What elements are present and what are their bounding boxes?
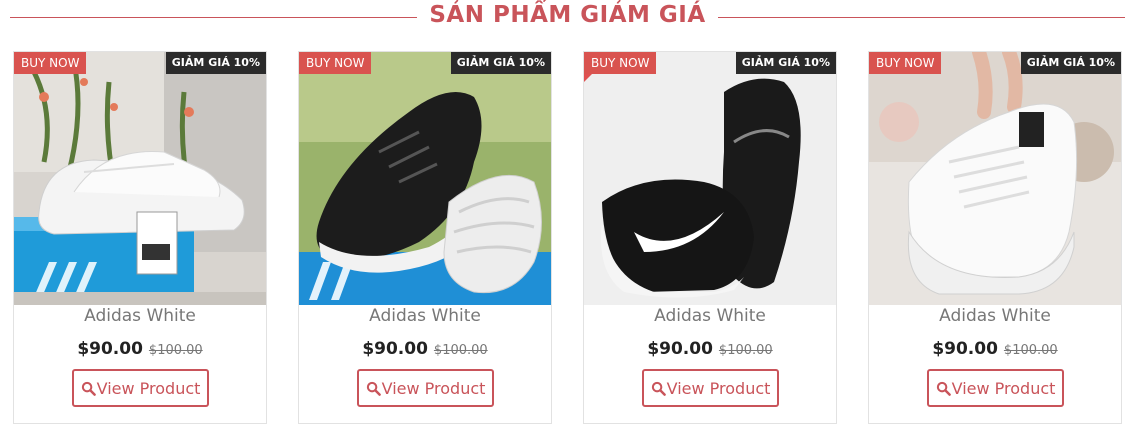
- sale-price: $90.00: [362, 339, 428, 359]
- view-product-button[interactable]: View Product: [927, 369, 1064, 407]
- view-product-label: View Product: [666, 378, 771, 398]
- buy-now-badge[interactable]: BUY NOW: [299, 52, 372, 74]
- search-icon: [366, 381, 381, 396]
- price-row: $90.00 $100.00: [299, 339, 551, 359]
- header-rule-left: [10, 17, 417, 18]
- section-header: SẢN PHẨM GIẢM GIÁ: [0, 0, 1137, 36]
- buy-now-badge[interactable]: BUY NOW: [869, 52, 942, 74]
- product-image[interactable]: BUY NOW GIẢM GIÁ 10%: [584, 52, 836, 305]
- discount-badge: GIẢM GIÁ 10%: [165, 52, 266, 74]
- original-price: $100.00: [718, 343, 773, 358]
- original-price: $100.00: [433, 343, 488, 358]
- search-icon: [936, 381, 951, 396]
- view-product-button[interactable]: View Product: [357, 369, 494, 407]
- header-rule-right: [718, 17, 1125, 18]
- view-product-label: View Product: [951, 378, 1056, 398]
- discount-badge: GIẢM GIÁ 10%: [735, 52, 836, 74]
- view-product-label: View Product: [96, 378, 201, 398]
- buy-now-badge[interactable]: BUY NOW: [584, 52, 657, 74]
- discount-badge: GIẢM GIÁ 10%: [1020, 52, 1121, 74]
- price-row: $90.00 $100.00: [14, 339, 266, 359]
- product-image[interactable]: BUY NOW GIẢM GIÁ 10%: [869, 52, 1121, 305]
- product-image[interactable]: BUY NOW GIẢM GIÁ 10%: [299, 52, 551, 305]
- product-name[interactable]: Adidas White: [299, 306, 551, 326]
- section-title: SẢN PHẨM GIẢM GIÁ: [429, 2, 706, 28]
- sale-price: $90.00: [647, 339, 713, 359]
- discount-badge: GIẢM GIÁ 10%: [450, 52, 551, 74]
- view-product-button[interactable]: View Product: [642, 369, 779, 407]
- view-product-button[interactable]: View Product: [72, 369, 209, 407]
- product-name[interactable]: Adidas White: [869, 306, 1121, 326]
- search-icon: [81, 381, 96, 396]
- original-price: $100.00: [1003, 343, 1058, 358]
- product-card: BUY NOW GIẢM GIÁ 10% Adidas White $90.00…: [583, 51, 837, 424]
- price-row: $90.00 $100.00: [584, 339, 836, 359]
- sale-price: $90.00: [77, 339, 143, 359]
- product-card: BUY NOW GIẢM GIÁ 10% Adidas White $90.00…: [868, 51, 1122, 424]
- product-name[interactable]: Adidas White: [584, 306, 836, 326]
- sale-price: $90.00: [932, 339, 998, 359]
- search-icon: [651, 381, 666, 396]
- original-price: $100.00: [148, 343, 203, 358]
- product-card: BUY NOW GIẢM GIÁ 10% Adidas White $90.00…: [13, 51, 267, 424]
- product-image[interactable]: BUY NOW GIẢM GIÁ 10%: [14, 52, 266, 305]
- product-card: BUY NOW GIẢM GIÁ 10% Adidas White $90.00…: [298, 51, 552, 424]
- buy-now-badge[interactable]: BUY NOW: [14, 52, 87, 74]
- view-product-label: View Product: [381, 378, 486, 398]
- product-name[interactable]: Adidas White: [14, 306, 266, 326]
- price-row: $90.00 $100.00: [869, 339, 1121, 359]
